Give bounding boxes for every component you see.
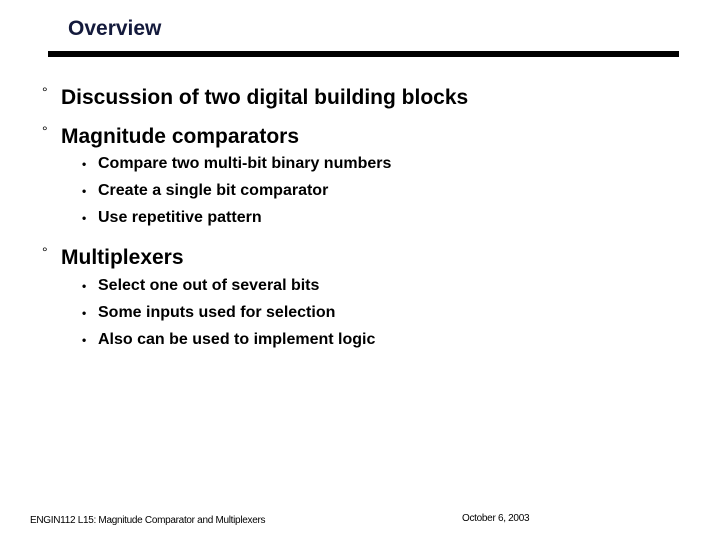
- sub-bullet: • Use repetitive pattern: [82, 209, 262, 227]
- sub-bullet-text: Some inputs used for selection: [98, 304, 336, 321]
- dot-bullet-icon: •: [82, 333, 87, 347]
- sub-bullet-text: Also can be used to implement logic: [98, 331, 376, 348]
- bullet-magnitude-comparators: ° Magnitude comparators: [42, 123, 299, 149]
- sub-bullet-text: Select one out of several bits: [98, 277, 320, 294]
- sub-bullet: • Compare two multi-bit binary numbers: [82, 155, 391, 173]
- sub-bullet-text: Create a single bit comparator: [98, 182, 329, 199]
- bullet-multiplexers: ° Multiplexers: [42, 244, 184, 270]
- bullet-text: Multiplexers: [61, 246, 184, 269]
- degree-bullet-icon: °: [42, 244, 48, 260]
- footer-course: ENGIN112 L15: Magnitude Comparator and M…: [30, 515, 266, 526]
- title-divider: [48, 51, 679, 57]
- dot-bullet-icon: •: [82, 279, 87, 293]
- dot-bullet-icon: •: [82, 211, 87, 225]
- sub-bullet-text: Use repetitive pattern: [98, 209, 262, 226]
- dot-bullet-icon: •: [82, 157, 87, 171]
- sub-bullet: • Create a single bit comparator: [82, 182, 328, 200]
- dot-bullet-icon: •: [82, 184, 87, 198]
- bullet-text: Discussion of two digital building block…: [61, 86, 469, 109]
- sub-bullet: • Select one out of several bits: [82, 277, 319, 295]
- degree-bullet-icon: °: [42, 84, 48, 100]
- bullet-text: Magnitude comparators: [61, 125, 300, 148]
- footer-date: October 6, 2003: [462, 513, 530, 524]
- dot-bullet-icon: •: [82, 306, 87, 320]
- sub-bullet: • Some inputs used for selection: [82, 304, 335, 322]
- sub-bullet: • Also can be used to implement logic: [82, 331, 375, 349]
- sub-bullet-text: Compare two multi-bit binary numbers: [98, 155, 392, 172]
- degree-bullet-icon: °: [42, 123, 48, 139]
- bullet-discussion: ° Discussion of two digital building bloc…: [42, 84, 468, 110]
- slide-title: Overview: [68, 17, 162, 40]
